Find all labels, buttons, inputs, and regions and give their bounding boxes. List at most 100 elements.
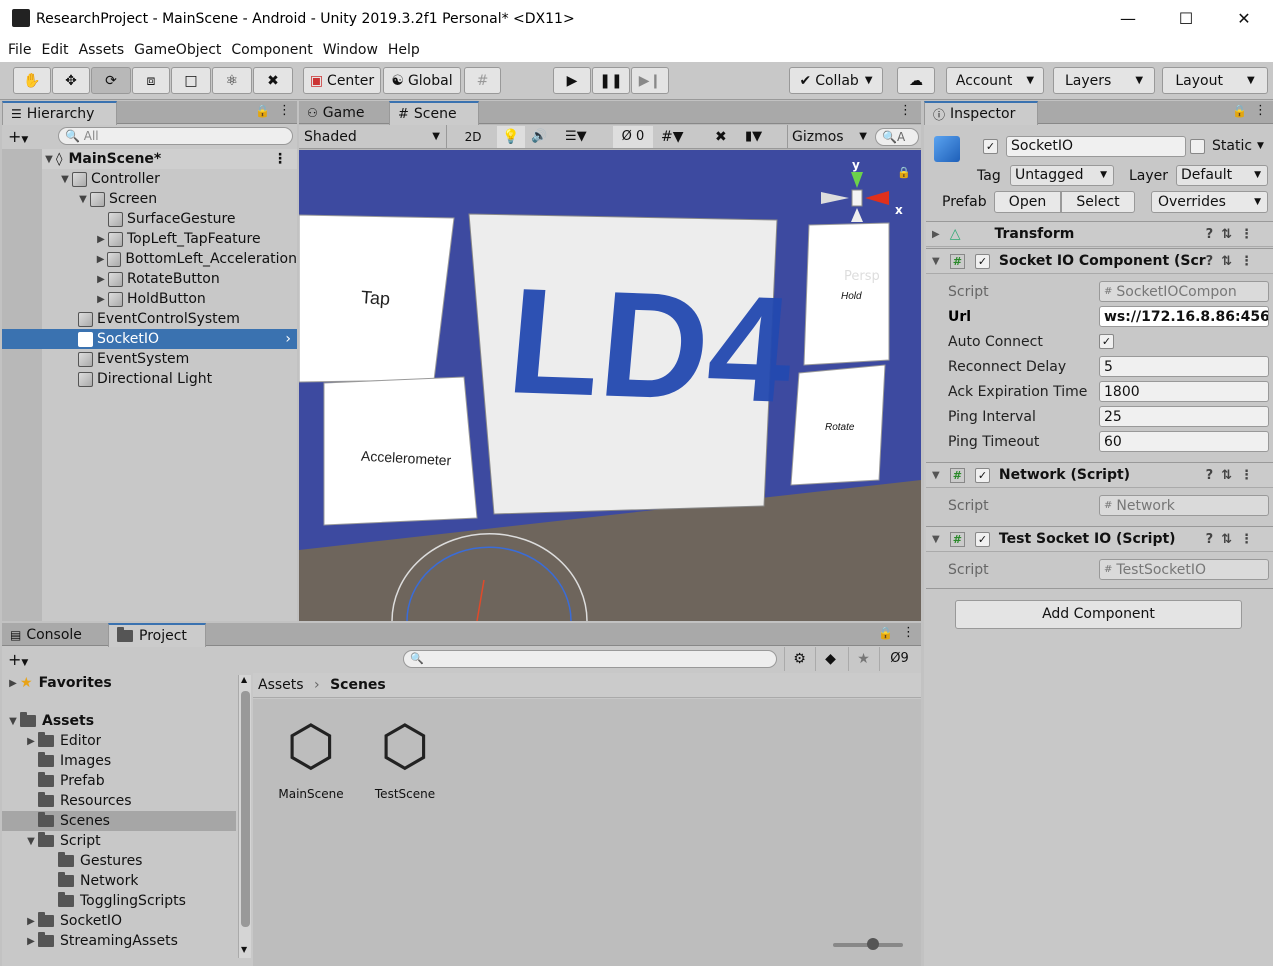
tab-project[interactable]: Project — [108, 623, 206, 647]
hierarchy-item-bottomleft[interactable]: ▶ BottomLeft_Acceleration — [94, 249, 297, 269]
slider-thumb[interactable] — [867, 938, 879, 950]
folder-network[interactable]: Network — [58, 871, 138, 891]
account-button[interactable]: Account ▼ — [946, 67, 1044, 94]
hierarchy-search-input[interactable]: 🔍 All — [58, 127, 293, 145]
lock-icon[interactable]: 🔒 — [878, 626, 893, 640]
collapse-arrow-icon[interactable]: ▶ — [6, 678, 20, 689]
tab-game[interactable]: ⚇ Game — [299, 101, 389, 125]
collapse-arrow-icon[interactable]: ▶ — [24, 916, 38, 927]
more-menu-icon[interactable]: ⋮ — [273, 151, 287, 167]
menu-assets[interactable]: Assets — [79, 42, 125, 58]
rect-tool-button[interactable]: □ — [171, 67, 211, 94]
more-menu-icon[interactable]: ⋮ — [278, 103, 291, 118]
expand-arrow-icon[interactable]: ▼ — [76, 194, 90, 205]
effects-toggle-icon[interactable]: ☰▼ — [565, 126, 587, 148]
network-script-field[interactable]: # Network — [1099, 495, 1269, 516]
dropdown-icon[interactable]: ▼ — [1257, 141, 1264, 151]
component-actions-icons[interactable]: ?⇅⋮ — [1206, 468, 1261, 483]
prefab-select-button[interactable]: Select — [1061, 191, 1135, 213]
close-button[interactable]: ✕ — [1215, 0, 1273, 37]
testsocketio-script-field[interactable]: # TestSocketIO — [1099, 559, 1269, 580]
tab-scene[interactable]: # Scene — [389, 101, 479, 125]
pivot-global-button[interactable]: ☯ Global — [383, 67, 461, 94]
testsocketio-component-header[interactable]: ▼ # ✓ Test Socket IO (Script) ?⇅⋮ — [926, 526, 1273, 552]
socketio-component-header[interactable]: ▼ # ✓ Socket IO Component (Scr ?⇅⋮ — [926, 248, 1273, 274]
collab-button[interactable]: ✔ Collab ▼ — [789, 67, 883, 94]
more-menu-icon[interactable]: ⋮ — [899, 103, 912, 118]
active-checkbox[interactable]: ✓ — [983, 139, 998, 154]
reconnect-delay-input[interactable]: 5 — [1099, 356, 1269, 377]
scroll-up-icon[interactable]: ▲ — [241, 675, 247, 684]
collapse-arrow-icon[interactable]: ▶ — [94, 274, 108, 285]
socketio-script-field[interactable]: # SocketIOCompon — [1099, 281, 1269, 302]
cloud-button[interactable]: ☁ — [897, 67, 935, 94]
menu-component[interactable]: Component — [231, 42, 312, 58]
collapse-arrow-icon[interactable]: ▶ — [94, 254, 107, 265]
component-enabled-checkbox[interactable]: ✓ — [974, 531, 990, 547]
menu-gameobject[interactable]: GameObject — [134, 42, 221, 58]
hand-tool-button[interactable]: ✋ — [13, 67, 51, 94]
search-by-label-icon[interactable]: ◆ — [815, 647, 845, 671]
lock-icon[interactable]: 🔒 — [897, 166, 911, 179]
scene-search-input[interactable]: 🔍A — [875, 128, 919, 146]
collapse-arrow-icon[interactable]: ▼ — [932, 534, 940, 545]
ack-expiration-input[interactable]: 1800 — [1099, 381, 1269, 402]
hierarchy-item-rotatebutton[interactable]: ▶ RotateButton — [94, 269, 220, 289]
maximize-button[interactable]: ☐ — [1157, 0, 1215, 37]
gizmos-dropdown[interactable]: Gizmos ▼ — [787, 125, 869, 149]
component-enabled-checkbox[interactable]: ✓ — [974, 467, 990, 483]
tab-hierarchy[interactable]: ☰ Hierarchy — [2, 101, 117, 125]
tools-toggle-icon[interactable]: ✖ — [715, 126, 727, 148]
move-tool-button[interactable]: ✥ — [52, 67, 90, 94]
hierarchy-item-socketio[interactable]: SocketIO › — [2, 329, 297, 349]
tab-inspector[interactable]: ⓘ Inspector — [924, 101, 1038, 125]
folder-togglingscripts[interactable]: TogglingScripts — [58, 891, 186, 911]
component-actions-icons[interactable]: ?⇅⋮ — [1206, 227, 1261, 242]
folder-prefab[interactable]: Prefab — [38, 771, 105, 791]
folder-gestures[interactable]: Gestures — [58, 851, 142, 871]
tree-scrollbar[interactable]: ▲ ▼ — [238, 675, 251, 958]
favorites-star-icon[interactable]: ★ — [848, 647, 878, 671]
pivot-center-button[interactable]: ▣ Center — [303, 67, 381, 94]
add-component-button[interactable]: Add Component — [955, 600, 1242, 629]
expand-arrow-icon[interactable]: ▼ — [24, 836, 38, 847]
step-button[interactable]: ▶❙ — [631, 67, 669, 94]
folder-scenes[interactable]: Scenes — [2, 811, 236, 831]
create-button[interactable]: +▼ — [8, 127, 28, 146]
assets-row[interactable]: ▼ Assets — [6, 711, 94, 731]
folder-images[interactable]: Images — [38, 751, 111, 771]
pause-button[interactable]: ❚❚ — [592, 67, 630, 94]
transform-component-header[interactable]: ▶ △ Transform ?⇅⋮ — [926, 221, 1273, 247]
ping-timeout-input[interactable]: 60 — [1099, 431, 1269, 452]
expand-arrow-icon[interactable]: ▼ — [6, 716, 20, 727]
folder-resources[interactable]: Resources — [38, 791, 132, 811]
scale-tool-button[interactable]: ⧈ — [132, 67, 170, 94]
expand-arrow-icon[interactable]: ▼ — [42, 154, 56, 165]
layer-dropdown[interactable]: Default ▼ — [1176, 165, 1268, 186]
lighting-toggle-icon[interactable]: 💡 — [497, 126, 525, 148]
menu-help[interactable]: Help — [388, 42, 420, 58]
folder-streamingassets[interactable]: ▶ StreamingAssets — [24, 931, 178, 951]
component-actions-icons[interactable]: ?⇅⋮ — [1206, 254, 1261, 269]
menu-file[interactable]: File — [8, 42, 31, 58]
custom-tool-button[interactable]: ✖ — [253, 67, 293, 94]
scene-root-row[interactable]: ▼ ◊ MainScene* ⋮ — [42, 149, 297, 169]
object-name-input[interactable]: SocketIO — [1006, 136, 1186, 157]
play-button[interactable]: ▶ — [553, 67, 591, 94]
lock-icon[interactable]: 🔒 — [1232, 104, 1247, 118]
collapse-arrow-icon[interactable]: ▶ — [24, 736, 38, 747]
auto-connect-checkbox[interactable]: ✓ — [1099, 334, 1114, 349]
layers-button[interactable]: Layers ▼ — [1053, 67, 1155, 94]
component-actions-icons[interactable]: ?⇅⋮ — [1206, 532, 1261, 547]
chevron-right-icon[interactable]: › — [285, 331, 291, 347]
ping-interval-input[interactable]: 25 — [1099, 406, 1269, 427]
scroll-down-icon[interactable]: ▼ — [241, 945, 247, 954]
tag-dropdown[interactable]: Untagged ▼ — [1010, 165, 1114, 186]
prefab-open-button[interactable]: Open — [994, 191, 1061, 213]
hierarchy-item-screen[interactable]: ▼ Screen — [76, 189, 157, 209]
hidden-objects-toggle[interactable]: Ø 0 — [613, 126, 653, 148]
asset-testscene[interactable]: ⬡ TestScene — [365, 717, 445, 817]
scrollbar-thumb[interactable] — [241, 691, 250, 927]
expand-arrow-icon[interactable]: ▼ — [58, 174, 72, 185]
folder-socketio[interactable]: ▶ SocketIO — [24, 911, 122, 931]
